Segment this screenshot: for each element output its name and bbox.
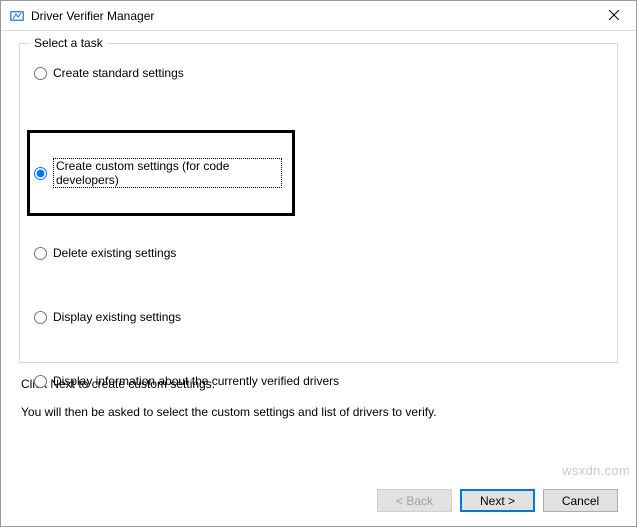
radio-delete[interactable] (34, 247, 47, 260)
window-title: Driver Verifier Manager (31, 9, 591, 23)
radio-standard[interactable] (34, 67, 47, 80)
next-button-label: Next > (480, 494, 515, 508)
option-display-info[interactable]: Display information about the currently … (34, 374, 603, 388)
radio-display-settings[interactable] (34, 311, 47, 324)
radio-display-info[interactable] (34, 375, 47, 388)
task-groupbox: Select a task Create standard settings C… (19, 43, 618, 363)
option-custom[interactable]: Create custom settings (for code develop… (27, 130, 295, 216)
label-delete[interactable]: Delete existing settings (53, 246, 176, 260)
button-bar: < Back Next > Cancel (1, 479, 636, 526)
close-button[interactable] (591, 1, 636, 30)
option-custom-wrapper: Create custom settings (for code develop… (34, 130, 603, 216)
back-button: < Back (377, 489, 452, 512)
back-button-label: < Back (396, 494, 433, 508)
radio-custom[interactable] (34, 167, 47, 180)
label-standard[interactable]: Create standard settings (53, 66, 184, 80)
titlebar: Driver Verifier Manager (1, 1, 636, 31)
option-standard[interactable]: Create standard settings (34, 66, 603, 80)
label-custom[interactable]: Create custom settings (for code develop… (53, 158, 282, 188)
option-display-settings[interactable]: Display existing settings (34, 310, 603, 324)
content-area: Select a task Create standard settings C… (1, 31, 636, 526)
label-display-settings[interactable]: Display existing settings (53, 310, 181, 324)
close-icon (609, 9, 619, 23)
cancel-button-label: Cancel (562, 494, 599, 508)
task-options: Create standard settings Create custom s… (34, 66, 603, 388)
driver-verifier-window: Driver Verifier Manager Select a task Cr… (0, 0, 637, 527)
app-icon (9, 8, 25, 24)
next-button[interactable]: Next > (460, 489, 535, 512)
groupbox-legend: Select a task (30, 36, 107, 50)
hint-line-2: You will then be asked to select the cus… (21, 405, 616, 419)
option-delete[interactable]: Delete existing settings (34, 246, 603, 260)
cancel-button[interactable]: Cancel (543, 489, 618, 512)
label-display-info[interactable]: Display information about the currently … (53, 374, 339, 388)
